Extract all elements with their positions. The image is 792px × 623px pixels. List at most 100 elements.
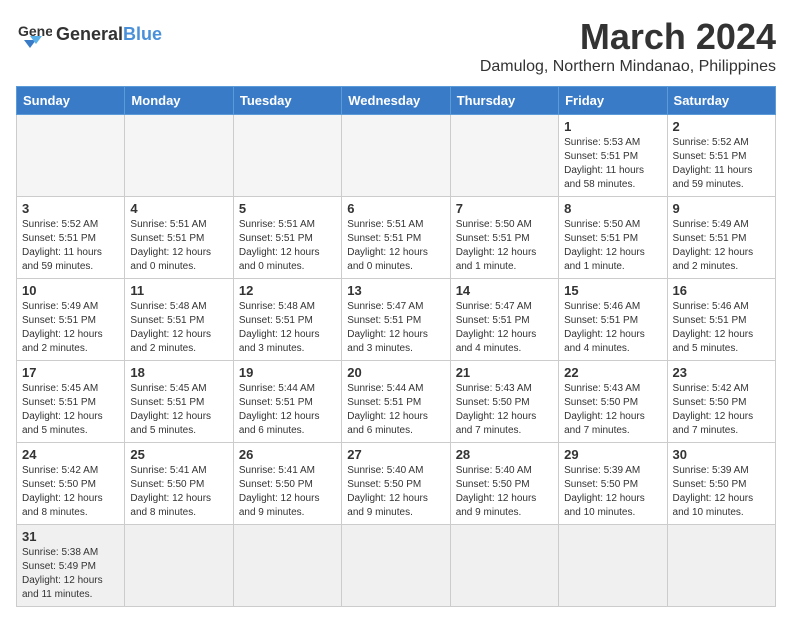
day-info: Sunrise: 5:40 AM Sunset: 5:50 PM Dayligh… — [347, 464, 444, 520]
day-info: Sunrise: 5:43 AM Sunset: 5:50 PM Dayligh… — [456, 382, 553, 438]
calendar-cell: 25 Sunrise: 5:41 AM Sunset: 5:50 PM Dayli… — [125, 443, 233, 525]
day-number: 11 — [130, 283, 227, 298]
day-info: Sunrise: 5:39 AM Sunset: 5:50 PM Dayligh… — [673, 464, 770, 520]
calendar-cell: 24 Sunrise: 5:42 AM Sunset: 5:50 PM Dayli… — [17, 443, 125, 525]
calendar-cell — [450, 115, 558, 197]
calendar-week-row: 3Sunrise: 5:52 AM Sunset: 5:51 PM Daylig… — [17, 197, 776, 279]
day-info: Sunrise: 5:39 AM Sunset: 5:50 PM Dayligh… — [564, 464, 661, 520]
calendar-cell: 17 Sunrise: 5:45 AM Sunset: 5:51 PM Dayli… — [17, 361, 125, 443]
calendar-cell: 20 Sunrise: 5:44 AM Sunset: 5:51 PM Dayli… — [342, 361, 450, 443]
title-area: March 2024 Damulog, Northern Mindanao, P… — [480, 16, 776, 76]
day-number: 29 — [564, 447, 661, 462]
day-info: Sunrise: 5:51 AM Sunset: 5:51 PM Dayligh… — [347, 218, 444, 274]
column-header-friday: Friday — [559, 87, 667, 115]
day-info: Sunrise: 5:44 AM Sunset: 5:51 PM Dayligh… — [347, 382, 444, 438]
logo-text: GeneralBlue — [56, 24, 162, 45]
column-header-saturday: Saturday — [667, 87, 775, 115]
calendar-week-row: 10 Sunrise: 5:49 AM Sunset: 5:51 PM Dayli… — [17, 279, 776, 361]
calendar-cell: 19 Sunrise: 5:44 AM Sunset: 5:51 PM Dayli… — [233, 361, 341, 443]
day-info: Sunrise: 5:50 AM Sunset: 5:51 PM Dayligh… — [564, 218, 661, 274]
day-info: Sunrise: 5:43 AM Sunset: 5:50 PM Dayligh… — [564, 382, 661, 438]
calendar-cell: 9Sunrise: 5:49 AM Sunset: 5:51 PM Daylig… — [667, 197, 775, 279]
logo: General GeneralBlue — [16, 16, 162, 52]
day-number: 23 — [673, 365, 770, 380]
day-info: Sunrise: 5:46 AM Sunset: 5:51 PM Dayligh… — [564, 300, 661, 356]
column-header-thursday: Thursday — [450, 87, 558, 115]
day-number: 25 — [130, 447, 227, 462]
calendar-cell: 26Sunrise: 5:41 AM Sunset: 5:50 PM Dayli… — [233, 443, 341, 525]
calendar-cell: 22 Sunrise: 5:43 AM Sunset: 5:50 PM Dayli… — [559, 361, 667, 443]
column-header-sunday: Sunday — [17, 87, 125, 115]
column-header-monday: Monday — [125, 87, 233, 115]
day-number: 5 — [239, 201, 336, 216]
day-info: Sunrise: 5:53 AM Sunset: 5:51 PM Dayligh… — [564, 136, 661, 192]
day-number: 2 — [673, 119, 770, 134]
calendar-cell: 4 Sunrise: 5:51 AM Sunset: 5:51 PM Daylig… — [125, 197, 233, 279]
day-number: 7 — [456, 201, 553, 216]
calendar-cell: 30 Sunrise: 5:39 AM Sunset: 5:50 PM Dayli… — [667, 443, 775, 525]
day-number: 24 — [22, 447, 119, 462]
calendar-cell — [342, 115, 450, 197]
calendar-table: SundayMondayTuesdayWednesdayThursdayFrid… — [16, 86, 776, 607]
subtitle: Damulog, Northern Mindanao, Philippines — [480, 58, 776, 76]
column-header-wednesday: Wednesday — [342, 87, 450, 115]
day-number: 3 — [22, 201, 119, 216]
day-number: 22 — [564, 365, 661, 380]
calendar-cell — [233, 525, 341, 607]
calendar-cell: 6 Sunrise: 5:51 AM Sunset: 5:51 PM Daylig… — [342, 197, 450, 279]
day-number: 17 — [22, 365, 119, 380]
calendar-cell: 11Sunrise: 5:48 AM Sunset: 5:51 PM Dayli… — [125, 279, 233, 361]
calendar-cell — [17, 115, 125, 197]
calendar-cell — [667, 525, 775, 607]
calendar-cell: 14Sunrise: 5:47 AM Sunset: 5:51 PM Dayli… — [450, 279, 558, 361]
calendar-cell: 5 Sunrise: 5:51 AM Sunset: 5:51 PM Daylig… — [233, 197, 341, 279]
day-info: Sunrise: 5:42 AM Sunset: 5:50 PM Dayligh… — [22, 464, 119, 520]
calendar-cell: 3Sunrise: 5:52 AM Sunset: 5:51 PM Daylig… — [17, 197, 125, 279]
calendar-cell: 23 Sunrise: 5:42 AM Sunset: 5:50 PM Dayli… — [667, 361, 775, 443]
day-info: Sunrise: 5:42 AM Sunset: 5:50 PM Dayligh… — [673, 382, 770, 438]
calendar-cell: 29 Sunrise: 5:39 AM Sunset: 5:50 PM Dayli… — [559, 443, 667, 525]
day-info: Sunrise: 5:40 AM Sunset: 5:50 PM Dayligh… — [456, 464, 553, 520]
day-info: Sunrise: 5:46 AM Sunset: 5:51 PM Dayligh… — [673, 300, 770, 356]
day-number: 15 — [564, 283, 661, 298]
day-info: Sunrise: 5:51 AM Sunset: 5:51 PM Dayligh… — [239, 218, 336, 274]
calendar-cell: 18Sunrise: 5:45 AM Sunset: 5:51 PM Dayli… — [125, 361, 233, 443]
day-info: Sunrise: 5:51 AM Sunset: 5:51 PM Dayligh… — [130, 218, 227, 274]
calendar-cell — [559, 525, 667, 607]
day-info: Sunrise: 5:48 AM Sunset: 5:51 PM Dayligh… — [239, 300, 336, 356]
day-number: 10 — [22, 283, 119, 298]
calendar-cell: 10 Sunrise: 5:49 AM Sunset: 5:51 PM Dayli… — [17, 279, 125, 361]
calendar-week-row: 1Sunrise: 5:53 AM Sunset: 5:51 PM Daylig… — [17, 115, 776, 197]
calendar-cell: 15 Sunrise: 5:46 AM Sunset: 5:51 PM Dayli… — [559, 279, 667, 361]
day-number: 14 — [456, 283, 553, 298]
day-number: 4 — [130, 201, 227, 216]
day-info: Sunrise: 5:44 AM Sunset: 5:51 PM Dayligh… — [239, 382, 336, 438]
calendar-cell: 12 Sunrise: 5:48 AM Sunset: 5:51 PM Dayli… — [233, 279, 341, 361]
day-number: 12 — [239, 283, 336, 298]
day-info: Sunrise: 5:45 AM Sunset: 5:51 PM Dayligh… — [22, 382, 119, 438]
day-number: 27 — [347, 447, 444, 462]
calendar-cell: 8 Sunrise: 5:50 AM Sunset: 5:51 PM Daylig… — [559, 197, 667, 279]
day-info: Sunrise: 5:49 AM Sunset: 5:51 PM Dayligh… — [22, 300, 119, 356]
calendar-cell: 16Sunrise: 5:46 AM Sunset: 5:51 PM Dayli… — [667, 279, 775, 361]
day-number: 28 — [456, 447, 553, 462]
calendar-cell: 27 Sunrise: 5:40 AM Sunset: 5:50 PM Dayli… — [342, 443, 450, 525]
day-number: 18 — [130, 365, 227, 380]
day-number: 19 — [239, 365, 336, 380]
day-info: Sunrise: 5:41 AM Sunset: 5:50 PM Dayligh… — [130, 464, 227, 520]
calendar-cell: 2 Sunrise: 5:52 AM Sunset: 5:51 PM Daylig… — [667, 115, 775, 197]
day-number: 21 — [456, 365, 553, 380]
day-number: 8 — [564, 201, 661, 216]
day-number: 26 — [239, 447, 336, 462]
day-info: Sunrise: 5:52 AM Sunset: 5:51 PM Dayligh… — [673, 136, 770, 192]
calendar-header-row: SundayMondayTuesdayWednesdayThursdayFrid… — [17, 87, 776, 115]
calendar-cell: 13Sunrise: 5:47 AM Sunset: 5:51 PM Dayli… — [342, 279, 450, 361]
calendar-cell — [233, 115, 341, 197]
day-number: 9 — [673, 201, 770, 216]
day-number: 6 — [347, 201, 444, 216]
calendar-cell — [125, 115, 233, 197]
calendar-cell: 28 Sunrise: 5:40 AM Sunset: 5:50 PM Dayli… — [450, 443, 558, 525]
day-number: 30 — [673, 447, 770, 462]
calendar-cell — [125, 525, 233, 607]
day-number: 20 — [347, 365, 444, 380]
